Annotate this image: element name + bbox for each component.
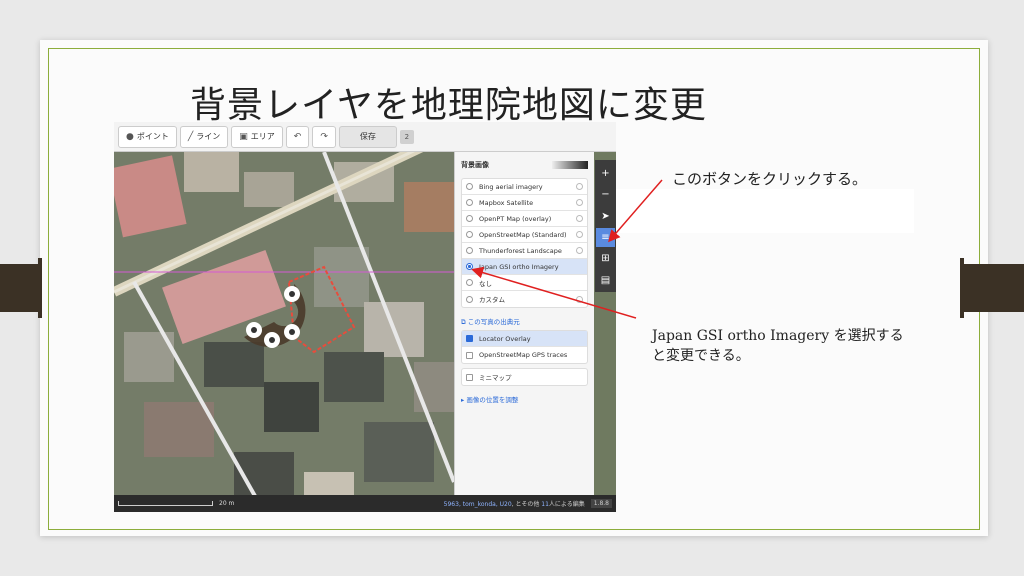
annotation-arrows [471,179,663,319]
arrow-to-gsi-option [471,266,637,319]
arrow-to-background-button [608,179,663,243]
